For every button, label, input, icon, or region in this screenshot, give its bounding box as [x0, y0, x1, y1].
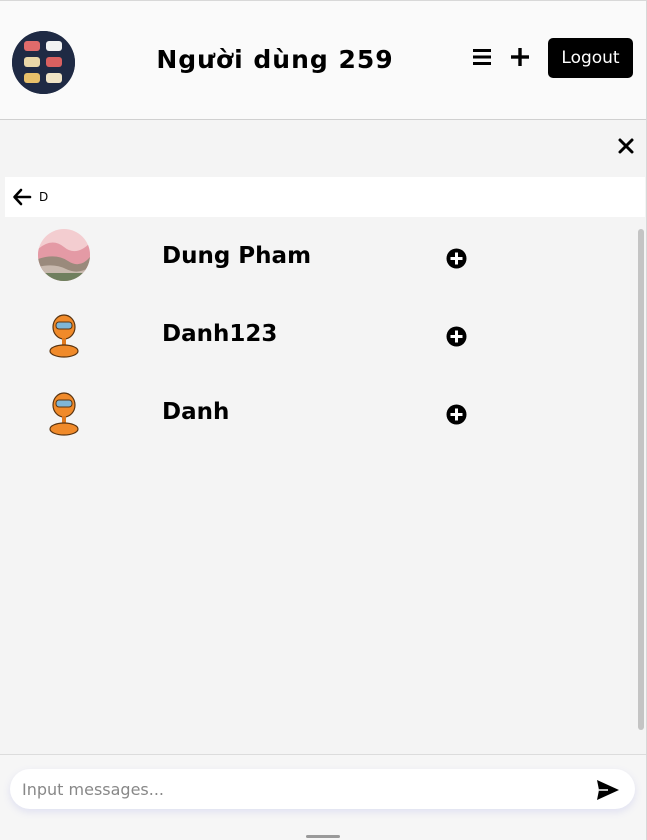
arrow-left-icon[interactable]	[12, 187, 32, 207]
list-item: Dung Pham	[0, 229, 620, 303]
message-box	[10, 769, 635, 809]
avatar[interactable]	[38, 307, 90, 359]
search-bar	[5, 177, 645, 217]
hamburger-menu-icon[interactable]	[471, 46, 493, 68]
avatar[interactable]	[38, 229, 90, 281]
list-item: Danh123	[0, 307, 620, 381]
plus-circle-icon[interactable]	[446, 326, 467, 347]
resize-handle[interactable]	[306, 835, 340, 838]
page-title: Người dùng 259	[156, 45, 394, 74]
close-icon[interactable]	[616, 136, 636, 156]
plus-icon[interactable]	[508, 45, 532, 69]
scrollbar[interactable]	[638, 229, 644, 730]
user-name: Dung Pham	[162, 243, 312, 269]
user-name: Danh123	[162, 321, 278, 347]
send-icon[interactable]	[596, 779, 620, 801]
search-input[interactable]	[39, 185, 619, 209]
message-composer	[0, 754, 646, 840]
plus-circle-icon[interactable]	[446, 248, 467, 269]
plus-circle-icon[interactable]	[446, 404, 467, 425]
user-name: Danh	[162, 399, 230, 425]
user-avatar[interactable]	[12, 31, 75, 94]
app-window: Người dùng 259 Logout D Dung Pham Danh12…	[0, 0, 647, 840]
message-input[interactable]	[22, 777, 572, 801]
header: Người dùng 259 Logout	[0, 0, 646, 120]
avatar[interactable]	[38, 385, 90, 437]
avatar-image	[12, 31, 75, 94]
logout-button[interactable]: Logout	[548, 38, 633, 78]
list-item: Danh	[0, 385, 620, 459]
